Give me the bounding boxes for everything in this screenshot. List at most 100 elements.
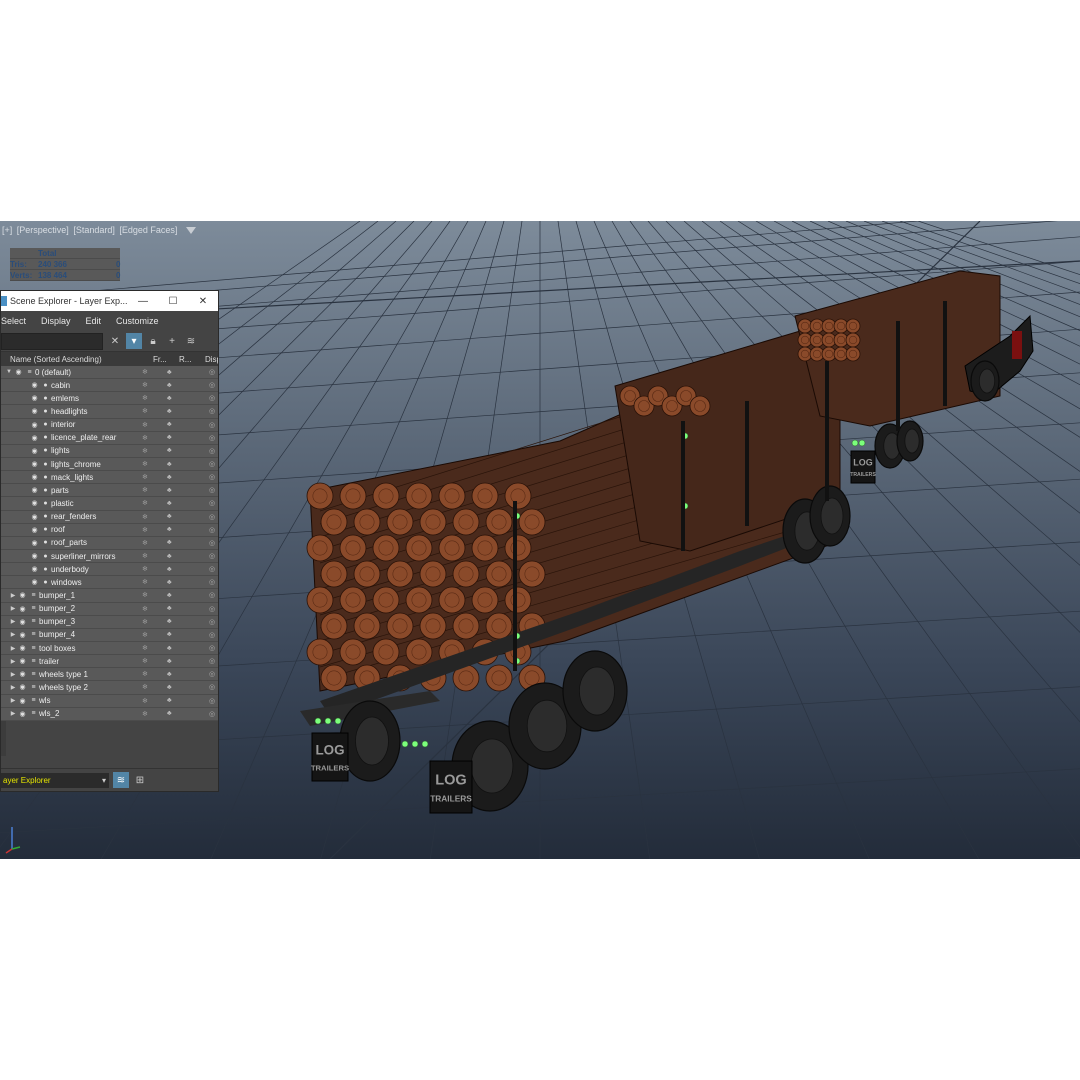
visibility-icon[interactable]: ◉ [17,670,28,678]
visibility-icon[interactable]: ◉ [17,591,28,599]
freeze-icon[interactable]: ❄ [142,565,148,573]
freeze-icon[interactable]: ❄ [142,578,148,586]
visibility-icon[interactable]: ◉ [29,526,40,534]
visibility-icon[interactable]: ◉ [29,565,40,573]
layer-row[interactable]: ◉ ● roof_parts ❄ ♣ ◎ [1,536,218,550]
layer-row[interactable]: ▶ ◉ ≡ wheels type 1 ❄ ♣ ◎ [1,668,218,682]
render-teapot-icon[interactable]: ♣ [167,447,172,454]
freeze-icon[interactable]: ❄ [142,460,148,468]
render-teapot-icon[interactable]: ♣ [167,539,172,546]
freeze-icon[interactable]: ❄ [142,434,148,442]
search-input[interactable] [1,332,103,350]
viewport-shading[interactable]: [Standard] [73,225,115,235]
viewport-perspective[interactable]: [Perspective] [17,225,69,235]
layer-row[interactable]: ▶ ◉ ≡ trailer ❄ ♣ ◎ [1,655,218,669]
display-mode-icon[interactable]: ◎ [209,644,215,652]
expand-arrow-icon[interactable]: ▼ [5,369,13,375]
visibility-icon[interactable]: ◉ [29,421,40,429]
scene-explorer-icon[interactable]: ⊞ [132,772,148,788]
freeze-icon[interactable]: ❄ [142,618,148,626]
visibility-icon[interactable]: ◉ [29,447,40,455]
layer-row[interactable]: ◉ ● rear_fenders ❄ ♣ ◎ [1,510,218,524]
minimize-button[interactable]: — [128,296,158,307]
layer-row[interactable]: ◉ ● cabin ❄ ♣ ◎ [1,379,218,393]
visibility-icon[interactable]: ◉ [17,697,28,705]
render-teapot-icon[interactable]: ♣ [167,408,172,415]
layer-row[interactable]: ◉ ● superliner_mirrors ❄ ♣ ◎ [1,549,218,564]
freeze-icon[interactable]: ❄ [142,381,148,389]
column-freeze[interactable]: Fr... [153,355,179,364]
freeze-icon[interactable]: ❄ [142,644,148,652]
visibility-icon[interactable]: ◉ [29,513,40,521]
layer-row[interactable]: ◉ ● mack_lights ❄ ♣ ◎ [1,471,218,485]
display-mode-icon[interactable]: ◎ [209,710,215,718]
layer-row[interactable]: ◉ ● parts ❄ ♣ ◎ [1,484,218,498]
freeze-icon[interactable]: ❄ [142,526,148,534]
render-teapot-icon[interactable]: ♣ [167,553,172,560]
lock-icon[interactable]: 🔒︎ [145,333,161,349]
display-mode-icon[interactable]: ◎ [209,447,215,455]
layer-row[interactable]: ◉ ● plastic ❄ ♣ ◎ [1,497,218,511]
display-mode-icon[interactable]: ◎ [209,381,215,389]
render-teapot-icon[interactable]: ♣ [167,618,172,625]
viewport-edged-faces[interactable]: [Edged Faces] [119,225,177,235]
maximize-button[interactable]: ☐ [158,296,188,307]
layer-row[interactable]: ◉ ● windows ❄ ♣ ◎ [1,576,218,590]
layer-row[interactable]: ◉ ● lights_chrome ❄ ♣ ◎ [1,457,218,472]
freeze-icon[interactable]: ❄ [142,552,148,560]
layer-row[interactable]: ◉ ● underbody ❄ ♣ ◎ [1,563,218,577]
freeze-icon[interactable]: ❄ [142,447,148,455]
render-teapot-icon[interactable]: ♣ [167,369,172,376]
freeze-icon[interactable]: ❄ [142,657,148,665]
visibility-icon[interactable]: ◉ [29,486,40,494]
display-mode-icon[interactable]: ◎ [209,539,215,547]
layer-row[interactable]: ◉ ● licence_plate_rear ❄ ♣ ◎ [1,431,218,445]
display-mode-icon[interactable]: ◎ [209,618,215,626]
layer-row[interactable]: ◉ ● headlights ❄ ♣ ◎ [1,405,218,419]
layer-row[interactable]: ▶ ◉ ≡ bumper_2 ❄ ♣ ◎ [1,602,218,616]
layer-row[interactable]: ▶ ◉ ≡ tool boxes ❄ ♣ ◎ [1,641,218,656]
visibility-icon[interactable]: ◉ [29,552,40,560]
visibility-icon[interactable]: ◉ [17,644,28,652]
display-mode-icon[interactable]: ◎ [209,591,215,599]
render-teapot-icon[interactable]: ♣ [167,579,172,586]
visibility-icon[interactable]: ◉ [17,710,28,718]
visibility-icon[interactable]: ◉ [29,381,40,389]
render-teapot-icon[interactable]: ♣ [167,645,172,652]
expand-arrow-icon[interactable]: ▶ [9,710,17,717]
clear-search-icon[interactable]: ✕ [107,333,123,349]
render-teapot-icon[interactable]: ♣ [167,421,172,428]
expand-arrow-icon[interactable]: ▶ [9,592,17,599]
display-mode-icon[interactable]: ◎ [209,697,215,705]
visibility-icon[interactable]: ◉ [29,394,40,402]
display-mode-icon[interactable]: ◎ [209,552,215,560]
visibility-icon[interactable]: ◉ [29,434,40,442]
visibility-icon[interactable]: ◉ [17,618,28,626]
render-teapot-icon[interactable]: ♣ [167,395,172,402]
layer-row[interactable]: ▼ ◉ ≡ 0 (default) ❄ ♣ ◎ [1,366,218,380]
visibility-icon[interactable]: ◉ [29,473,40,481]
freeze-icon[interactable]: ❄ [142,486,148,494]
viewport-label[interactable]: [+] [Perspective] [Standard] [Edged Face… [2,225,198,235]
render-teapot-icon[interactable]: ♣ [167,671,172,678]
filter-toggle-icon[interactable]: ▾ [126,333,142,349]
render-teapot-icon[interactable]: ♣ [167,566,172,573]
layer-row[interactable]: ◉ ● lights ❄ ♣ ◎ [1,444,218,458]
viewport-menu-plus[interactable]: [+] [2,225,12,235]
expand-arrow-icon[interactable]: ▶ [9,684,17,691]
expand-arrow-icon[interactable]: ▶ [9,605,17,612]
layer-row[interactable]: ◉ ● roof ❄ ♣ ◎ [1,523,218,537]
menu-edit[interactable]: Edit [86,316,102,326]
menu-customize[interactable]: Customize [116,316,159,326]
freeze-icon[interactable]: ❄ [142,407,148,415]
expand-arrow-icon[interactable]: ▶ [9,618,17,625]
expand-arrow-icon[interactable]: ▶ [9,645,17,652]
freeze-icon[interactable]: ❄ [142,631,148,639]
layer-explorer-icon[interactable]: ≋ [113,772,129,788]
visibility-icon[interactable]: ◉ [29,539,40,547]
freeze-icon[interactable]: ❄ [142,473,148,481]
render-teapot-icon[interactable]: ♣ [167,697,172,704]
layer-row[interactable]: ▶ ◉ ≡ bumper_3 ❄ ♣ ◎ [1,615,218,629]
render-teapot-icon[interactable]: ♣ [167,382,172,389]
display-mode-icon[interactable]: ◎ [209,394,215,402]
